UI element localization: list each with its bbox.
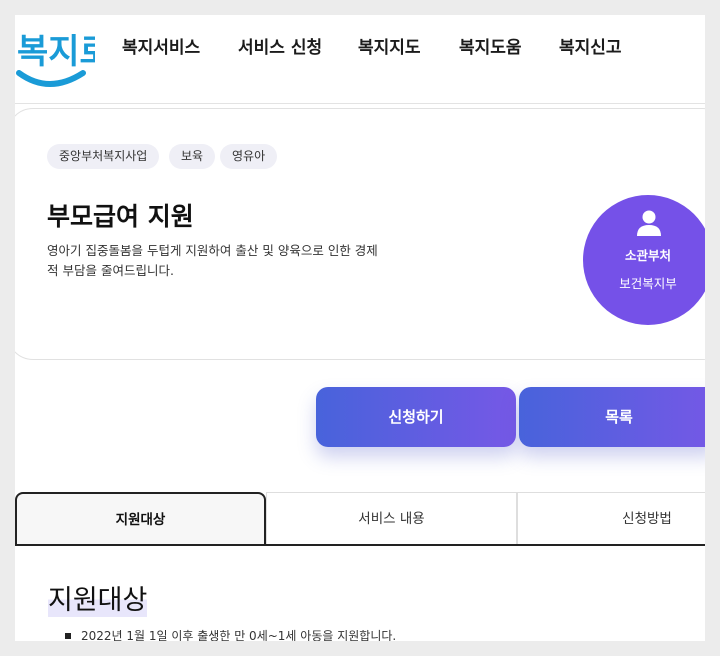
content-tabs: 지원대상 서비스 내용 신청방법 — [15, 492, 705, 546]
tag-childcare: 보육 — [169, 144, 216, 169]
tab-how-to-apply[interactable]: 신청방법 — [517, 492, 705, 544]
svg-text:복지로: 복지로 — [17, 32, 95, 72]
page-frame: 복지로 복지서비스 서비스 신청 복지지도 복지도움 복지신고 중앙부처복지사업… — [15, 15, 705, 641]
department-label: 소관부처 — [624, 248, 671, 263]
site-logo[interactable]: 복지로 — [15, 21, 111, 101]
eligibility-text: 2022년 1월 1일 이후 출생한 만 0세~1세 아동을 지원합니다. — [81, 629, 397, 641]
service-info-card: 중앙부처복지사업 보육 영유아 부모급여 지원 영아기 집중돌봄을 두텁게 지원… — [15, 108, 705, 360]
service-description: 영아기 집중돌봄을 두텁게 지원하여 출산 및 양육으로 인한 경제적 부담을 … — [47, 243, 378, 278]
nav-service-apply[interactable]: 서비스 신청 — [238, 33, 322, 58]
apply-button[interactable]: 신청하기 — [316, 387, 516, 447]
nav-welfare-help[interactable]: 복지도움 — [459, 33, 522, 58]
section-title: 지원대상 — [48, 578, 148, 617]
tag-infant: 영유아 — [220, 144, 278, 169]
list-button[interactable]: 목록 — [519, 387, 705, 447]
bokjiro-logo-icon: 복지로 — [16, 32, 111, 87]
service-title: 부모급여 지원 — [47, 202, 194, 231]
list-item: 2022년 1월 1일 이후 출생한 만 0세~1세 아동을 지원합니다. — [65, 627, 396, 641]
tag-central-ministry: 중앙부처복지사업 — [47, 144, 160, 169]
tab-eligibility[interactable]: 지원대상 — [15, 492, 266, 546]
bullet-icon — [65, 632, 71, 639]
person-icon — [637, 210, 661, 236]
tab-service-content[interactable]: 서비스 내용 — [266, 492, 517, 544]
nav-welfare-services[interactable]: 복지서비스 — [122, 33, 200, 58]
department-badge: 소관부처 보건복지부 — [583, 195, 705, 325]
tabs-divider — [15, 544, 705, 546]
department-value: 보건복지부 — [619, 276, 677, 291]
site-header: 복지로 복지서비스 서비스 신청 복지지도 복지도움 복지신고 — [15, 15, 705, 104]
nav-welfare-map[interactable]: 복지지도 — [358, 33, 421, 58]
nav-welfare-report[interactable]: 복지신고 — [559, 33, 622, 58]
